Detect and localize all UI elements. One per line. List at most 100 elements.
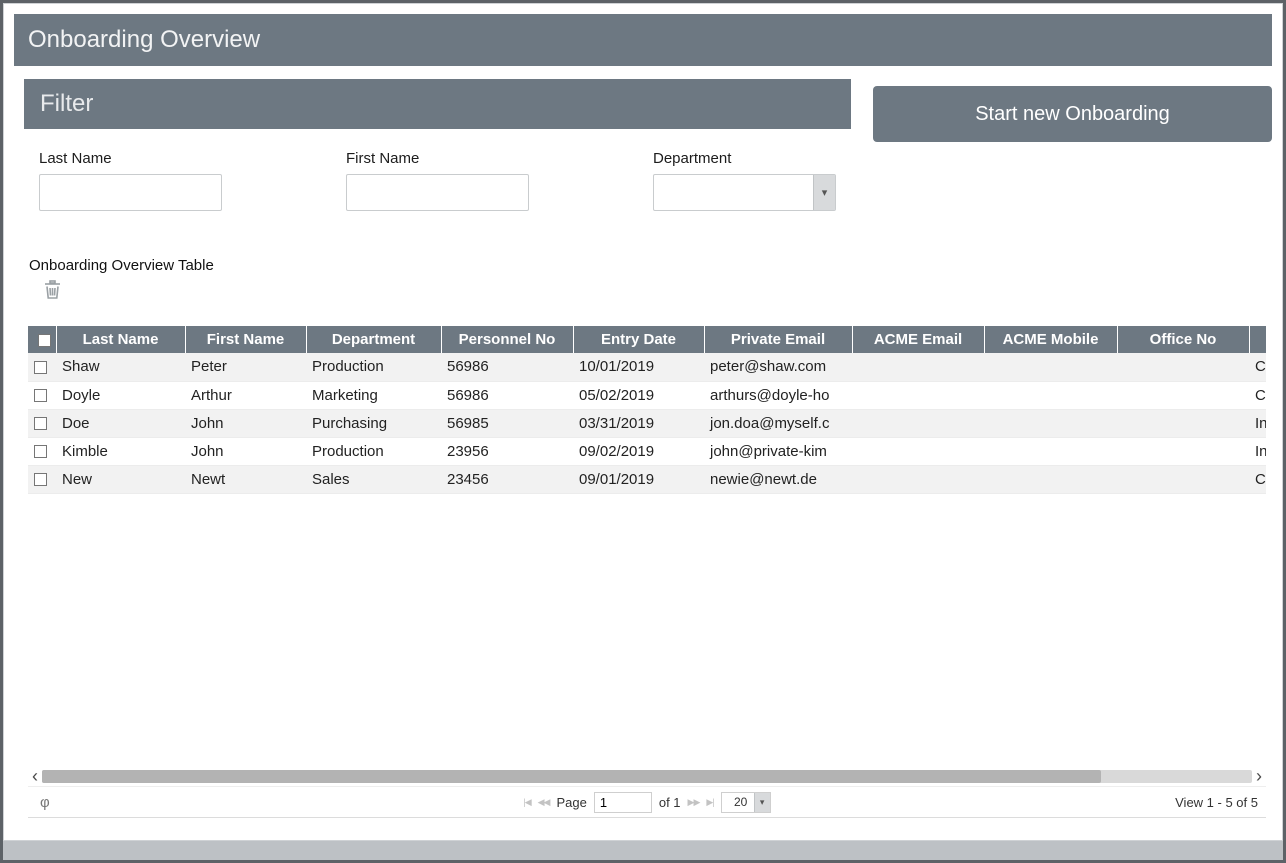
cell-acme_email — [852, 409, 984, 437]
cell-office_no — [1117, 409, 1249, 437]
cell-department: Production — [306, 353, 441, 381]
cell-last_name: Shaw — [56, 353, 185, 381]
table-caption: Onboarding Overview Table — [29, 257, 1272, 274]
cell-first_name: Arthur — [185, 381, 306, 409]
pager: φ |◀ ◀◀ Page of 1 ▶▶ ▶| 20 ▾ View 1 - — [28, 786, 1266, 818]
page-count-label: of 1 — [659, 795, 681, 810]
page-title-bar: Onboarding Overview — [14, 14, 1272, 66]
row-checkbox[interactable] — [34, 445, 47, 458]
start-new-onboarding-button[interactable]: Start new Onboarding — [873, 86, 1272, 142]
department-select[interactable]: ▾ — [653, 174, 836, 211]
table-header-row: Last NameFirst NameDepartmentPersonnel N… — [28, 326, 1266, 353]
row-checkbox[interactable] — [34, 417, 47, 430]
first-name-label: First Name — [346, 150, 529, 167]
cell-clipped_col: C — [1249, 353, 1266, 381]
cell-clipped_col: In — [1249, 437, 1266, 465]
cell-department: Marketing — [306, 381, 441, 409]
page-size-select[interactable]: 20 ▾ — [721, 792, 771, 813]
table-row[interactable]: DoyleArthurMarketing5698605/02/2019arthu… — [28, 381, 1266, 409]
row-checkbox[interactable] — [34, 473, 47, 486]
cell-department: Sales — [306, 465, 441, 493]
cell-department: Production — [306, 437, 441, 465]
trash-icon — [44, 280, 61, 299]
scrollbar-track[interactable] — [42, 770, 1252, 783]
column-header-office_no[interactable]: Office No — [1117, 326, 1249, 353]
column-header-entry_date[interactable]: Entry Date — [573, 326, 704, 353]
cell-office_no — [1117, 437, 1249, 465]
pager-center: |◀ ◀◀ Page of 1 ▶▶ ▶| 20 ▾ — [248, 792, 1046, 813]
column-header-acme_mobile[interactable]: ACME Mobile — [984, 326, 1117, 353]
column-header-clipped_col[interactable]: C — [1249, 326, 1266, 353]
cell-office_no — [1117, 465, 1249, 493]
page-title: Onboarding Overview — [28, 26, 260, 54]
first-page-button[interactable]: |◀ — [523, 797, 530, 808]
horizontal-scrollbar[interactable]: ‹ › — [28, 766, 1266, 786]
cell-first_name: John — [185, 409, 306, 437]
select-all-checkbox[interactable] — [38, 334, 51, 347]
table-scroll-area: Last NameFirst NameDepartmentPersonnel N… — [28, 326, 1266, 766]
cell-personnel_no: 56986 — [441, 381, 573, 409]
scroll-right-icon[interactable]: › — [1252, 769, 1266, 783]
table-row[interactable]: ShawPeterProduction5698610/01/2019peter@… — [28, 353, 1266, 381]
cell-acme_mobile — [984, 465, 1117, 493]
column-header-personnel_no[interactable]: Personnel No — [441, 326, 573, 353]
row-checkbox[interactable] — [34, 361, 47, 374]
table-row[interactable]: DoeJohnPurchasing5698503/31/2019jon.doa@… — [28, 409, 1266, 437]
cell-clipped_col: In — [1249, 409, 1266, 437]
cell-entry_date: 10/01/2019 — [573, 353, 704, 381]
cell-office_no — [1117, 353, 1249, 381]
row-checkbox[interactable] — [34, 389, 47, 402]
last-name-input[interactable] — [39, 174, 222, 211]
prev-page-button[interactable]: ◀◀ — [538, 797, 550, 808]
cell-private_email: john@private-kim — [704, 437, 852, 465]
last-name-label: Last Name — [39, 150, 222, 167]
table-row[interactable]: NewNewtSales2345609/01/2019newie@newt.de… — [28, 465, 1266, 493]
pager-left: φ — [28, 794, 248, 811]
cell-first_name: John — [185, 437, 306, 465]
column-header-acme_email[interactable]: ACME Email — [852, 326, 984, 353]
first-name-input[interactable] — [346, 174, 529, 211]
department-select-value — [654, 175, 813, 210]
cell-last_name: Doyle — [56, 381, 185, 409]
cell-acme_email — [852, 437, 984, 465]
cell-last_name: New — [56, 465, 185, 493]
cell-private_email: arthurs@doyle-ho — [704, 381, 852, 409]
cell-personnel_no: 56986 — [441, 353, 573, 381]
cell-clipped_col: C — [1249, 381, 1266, 409]
cell-acme_mobile — [984, 381, 1117, 409]
cell-last_name: Doe — [56, 409, 185, 437]
delete-selected-button[interactable] — [44, 280, 66, 300]
last-name-field: Last Name — [39, 150, 222, 211]
department-label: Department — [653, 150, 836, 167]
column-header-first_name[interactable]: First Name — [185, 326, 306, 353]
cell-clipped_col: C — [1249, 465, 1266, 493]
scrollbar-thumb[interactable] — [42, 770, 1101, 783]
page-size-value: 20 — [722, 793, 754, 812]
last-page-button[interactable]: ▶| — [706, 797, 713, 808]
chevron-down-icon[interactable]: ▾ — [813, 175, 835, 210]
next-page-button[interactable]: ▶▶ — [688, 797, 700, 808]
refresh-icon[interactable]: φ — [40, 794, 50, 811]
chevron-down-icon[interactable]: ▾ — [754, 793, 770, 812]
column-header-department[interactable]: Department — [306, 326, 441, 353]
row-select-cell — [28, 465, 56, 493]
scroll-left-icon[interactable]: ‹ — [28, 769, 42, 783]
column-header-last_name[interactable]: Last Name — [56, 326, 185, 353]
view-range-label: View 1 - 5 of 5 — [1175, 795, 1258, 810]
cell-first_name: Newt — [185, 465, 306, 493]
cell-private_email: peter@shaw.com — [704, 353, 852, 381]
filter-title: Filter — [40, 90, 93, 118]
cell-acme_email — [852, 465, 984, 493]
cell-private_email: newie@newt.de — [704, 465, 852, 493]
pager-right: View 1 - 5 of 5 — [1046, 795, 1266, 810]
page-number-input[interactable] — [594, 792, 652, 813]
select-all-header — [28, 326, 56, 353]
first-name-field: First Name — [346, 150, 529, 211]
row-select-cell — [28, 409, 56, 437]
table-row[interactable]: KimbleJohnProduction2395609/02/2019john@… — [28, 437, 1266, 465]
column-header-private_email[interactable]: Private Email — [704, 326, 852, 353]
cell-private_email: jon.doa@myself.c — [704, 409, 852, 437]
table-body: ShawPeterProduction5698610/01/2019peter@… — [28, 353, 1266, 493]
department-field: Department ▾ — [653, 150, 836, 211]
cell-entry_date: 03/31/2019 — [573, 409, 704, 437]
